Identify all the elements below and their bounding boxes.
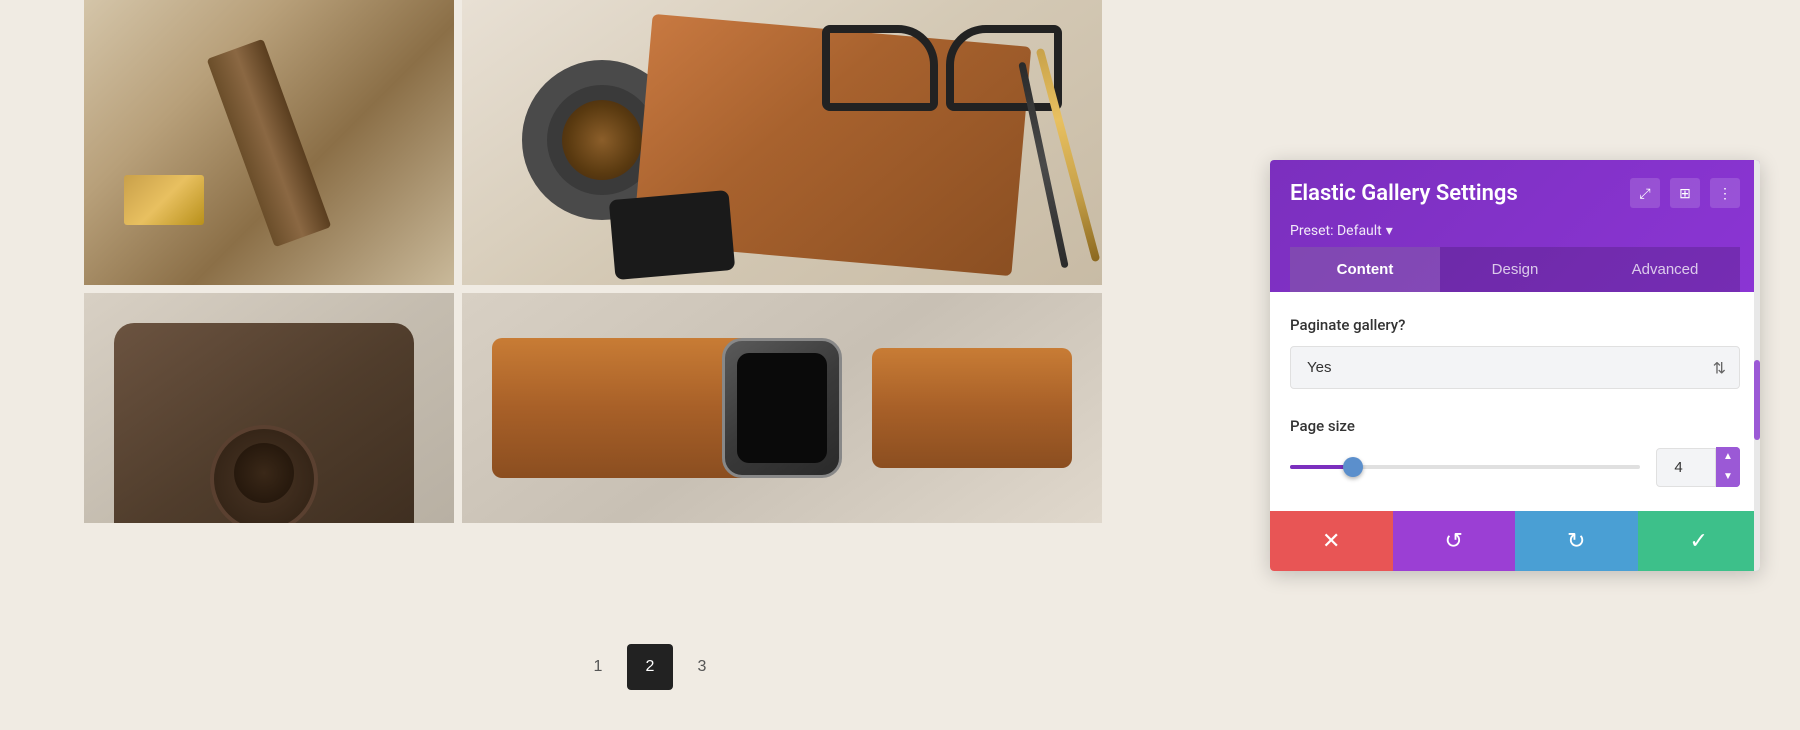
page-size-slider-row: ▲ ▼ [1290, 447, 1740, 487]
redo-button[interactable]: ↻ [1515, 511, 1638, 571]
gallery-grid [84, 0, 1102, 523]
panel-title-row: Elastic Gallery Settings ⤢ ⊞ ⋮ [1290, 178, 1740, 208]
paginate-select[interactable]: Yes No [1290, 346, 1740, 389]
tab-content[interactable]: Content [1290, 247, 1440, 292]
paginate-label: Paginate gallery? [1290, 316, 1740, 334]
panel-title: Elastic Gallery Settings [1290, 181, 1518, 206]
gallery-image-2[interactable] [462, 0, 1102, 285]
page-button-1[interactable]: 1 [575, 644, 621, 690]
reset-icon: ↺ [1445, 528, 1463, 554]
panel-scrollbar[interactable] [1754, 160, 1760, 571]
confirm-button[interactable]: ✓ [1638, 511, 1761, 571]
slider-increment-button[interactable]: ▲ [1716, 447, 1740, 467]
expand-icon-button[interactable]: ⤢ [1630, 178, 1660, 208]
page-size-label: Page size [1290, 417, 1740, 435]
redo-icon: ↻ [1567, 528, 1585, 554]
preset-label: Preset: Default [1290, 223, 1382, 239]
slider-decrement-button[interactable]: ▼ [1716, 467, 1740, 487]
panel-body: Paginate gallery? Yes No ⇅ Page size ▲ ▼ [1270, 292, 1760, 511]
gallery-image-3[interactable] [84, 293, 454, 523]
slider-thumb[interactable] [1343, 457, 1363, 477]
slider-track[interactable] [1290, 465, 1640, 469]
confirm-icon: ✓ [1690, 528, 1708, 554]
preset-chevron-icon: ▾ [1386, 223, 1393, 239]
preset-selector[interactable]: Preset: Default ▾ [1290, 223, 1393, 247]
expand-icon: ⤢ [1639, 185, 1650, 202]
camera-bag [114, 323, 414, 523]
gallery-area: 1 2 3 [0, 0, 1040, 730]
reset-button[interactable]: ↺ [1393, 511, 1516, 571]
slider-input-wrapper: ▲ ▼ [1656, 447, 1740, 487]
tab-advanced[interactable]: Advanced [1590, 247, 1740, 292]
watch-screen [737, 353, 827, 463]
page-size-input[interactable] [1656, 448, 1716, 487]
more-icon: ⋮ [1718, 185, 1732, 202]
gallery-image-4[interactable] [462, 293, 1102, 523]
panel-icon-group: ⤢ ⊞ ⋮ [1630, 178, 1740, 208]
cancel-icon: ✕ [1322, 528, 1340, 554]
page-button-3[interactable]: 3 [679, 644, 725, 690]
phone [608, 190, 735, 280]
panel-actions: ✕ ↺ ↻ ✓ [1270, 511, 1760, 571]
more-options-button[interactable]: ⋮ [1710, 178, 1740, 208]
gallery-image-1[interactable] [84, 0, 454, 285]
tab-design[interactable]: Design [1440, 247, 1590, 292]
page-button-2[interactable]: 2 [627, 644, 673, 690]
columns-icon: ⊞ [1679, 185, 1691, 202]
panel-header: Elastic Gallery Settings ⤢ ⊞ ⋮ Preset: D… [1270, 160, 1760, 292]
columns-icon-button[interactable]: ⊞ [1670, 178, 1700, 208]
gallery-pagination: 1 2 3 [145, 644, 1155, 690]
panel-scrollbar-thumb [1754, 360, 1760, 440]
paginate-select-wrapper: Yes No ⇅ [1290, 346, 1740, 389]
cancel-button[interactable]: ✕ [1270, 511, 1393, 571]
watch-body [722, 338, 842, 478]
watch-band-right [872, 348, 1072, 468]
settings-panel: Elastic Gallery Settings ⤢ ⊞ ⋮ Preset: D… [1270, 160, 1760, 571]
watch-band-left [492, 338, 752, 478]
slider-arrows: ▲ ▼ [1716, 447, 1740, 487]
coffee-surface [562, 100, 642, 180]
panel-tabs: Content Design Advanced [1290, 247, 1740, 292]
